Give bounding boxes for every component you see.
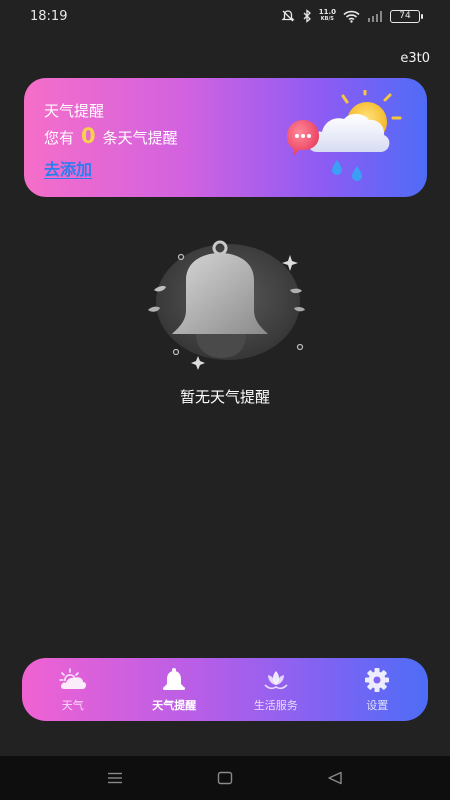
home-icon — [217, 771, 233, 785]
weather-illustration-icon — [287, 90, 402, 181]
nav-label-settings: 设置 — [366, 698, 389, 712]
banner-title: 天气提醒 — [44, 102, 105, 120]
banner-prefix: 您有 — [44, 129, 75, 147]
net-speed-value: 11.0 — [318, 8, 336, 16]
banner-suffix: 条天气提醒 — [102, 129, 178, 147]
net-speed: 11.0 KB/S — [319, 9, 336, 23]
corner-tag: e3t0 — [400, 51, 430, 66]
weather-alert-banner[interactable]: 天气提醒 您有 0 条天气提醒 去添加 — [24, 78, 427, 197]
bell-icon — [163, 667, 186, 690]
empty-state-message: 暂无天气提醒 — [179, 388, 270, 406]
bluetooth-icon — [303, 9, 311, 23]
back-button[interactable] — [323, 766, 347, 790]
wifi-icon — [343, 10, 360, 23]
mute-icon — [281, 10, 295, 22]
weather-icon — [58, 667, 86, 689]
signal-icon — [368, 11, 382, 22]
system-nav-bar — [0, 756, 450, 800]
status-icons: 11.0 KB/S 74 — [281, 9, 423, 23]
bottom-nav: 天气 天气提醒 生活服务 设置 — [22, 658, 428, 721]
alert-count: 0 — [81, 124, 96, 148]
bell-icon — [148, 240, 305, 370]
battery-indicator: 74 — [390, 9, 423, 23]
nav-item-weather-alerts[interactable]: 天气提醒 — [124, 658, 226, 721]
menu-button[interactable] — [103, 766, 127, 790]
net-speed-unit: KB/S — [320, 16, 334, 22]
add-alert-link[interactable]: 去添加 — [44, 156, 92, 180]
back-icon — [328, 771, 342, 785]
home-button[interactable] — [213, 766, 237, 790]
nav-label-weather: 天气 — [61, 698, 84, 712]
nav-item-settings[interactable]: 设置 — [327, 658, 429, 721]
status-time: 18:19 — [30, 8, 68, 24]
nav-label-life-services: 生活服务 — [253, 698, 298, 712]
banner-count-line: 您有 0 条天气提醒 — [44, 124, 178, 148]
menu-icon — [108, 772, 122, 784]
lotus-icon — [264, 670, 288, 689]
nav-item-weather[interactable]: 天气 — [22, 658, 124, 721]
status-bar: 18:19 11.0 KB/S 74 — [0, 0, 450, 32]
nav-label-weather-alerts: 天气提醒 — [152, 698, 197, 712]
nav-item-life-services[interactable]: 生活服务 — [225, 658, 327, 721]
gear-icon — [365, 667, 390, 692]
